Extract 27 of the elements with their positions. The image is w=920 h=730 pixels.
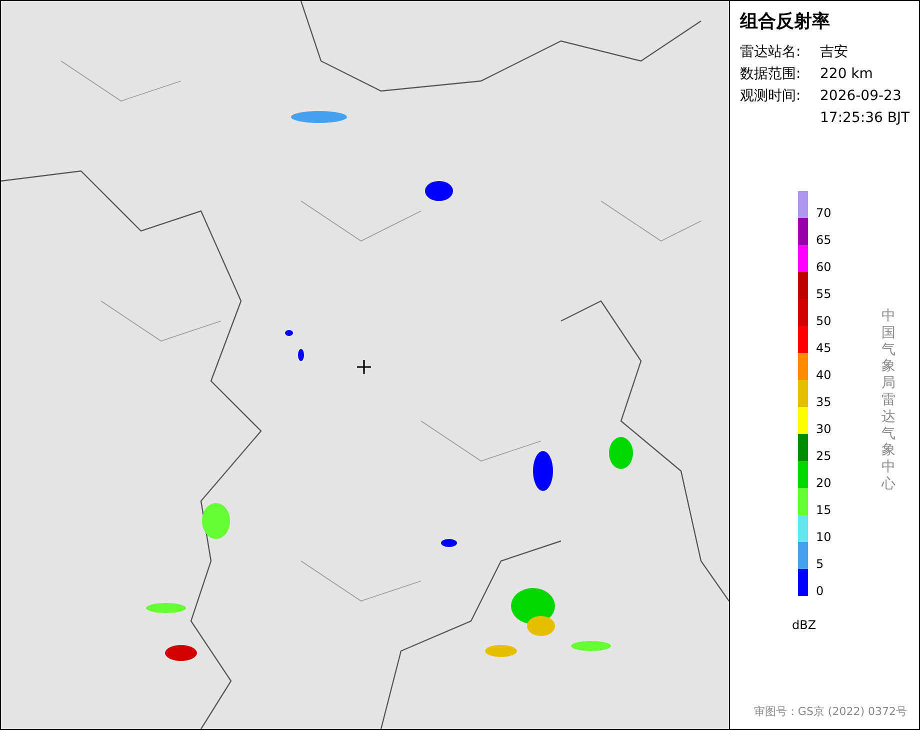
credit-text: 中国气象局雷达气象中心 <box>881 308 896 494</box>
legend-value: 15 <box>816 504 832 519</box>
info-label: 雷达站名: <box>740 43 802 62</box>
info-value: 2026-09-23 <box>820 87 902 106</box>
legend-value: 10 <box>816 531 832 546</box>
info-value: 吉安 <box>820 43 848 62</box>
crosshair-icon <box>357 360 371 374</box>
legend-value: 65 <box>816 234 832 249</box>
approval-number: 审图号：GS京 (2022) 0372号 <box>754 704 907 719</box>
legend-value: 35 <box>816 396 832 411</box>
info-value: 220 km <box>820 65 873 84</box>
legend-value: 20 <box>816 477 832 492</box>
legend-value: 5 <box>816 558 824 573</box>
legend-value: 70 <box>816 207 832 222</box>
product-title: 组合反射率 <box>740 10 831 33</box>
legend-unit: dBZ <box>792 618 818 632</box>
legend-value: 25 <box>816 450 832 465</box>
legend-value: 60 <box>816 261 832 276</box>
info-label: 数据范围: <box>740 65 802 84</box>
legend-value: 30 <box>816 423 832 438</box>
legend-value: 45 <box>816 342 832 357</box>
legend-value: 40 <box>816 369 832 384</box>
info-value: 17:25:36 BJT <box>820 109 910 128</box>
legend-value: 50 <box>816 315 832 330</box>
legend-value: 55 <box>816 288 832 303</box>
legend-value: 0 <box>816 585 824 600</box>
info-label: 观测时间: <box>740 87 802 106</box>
